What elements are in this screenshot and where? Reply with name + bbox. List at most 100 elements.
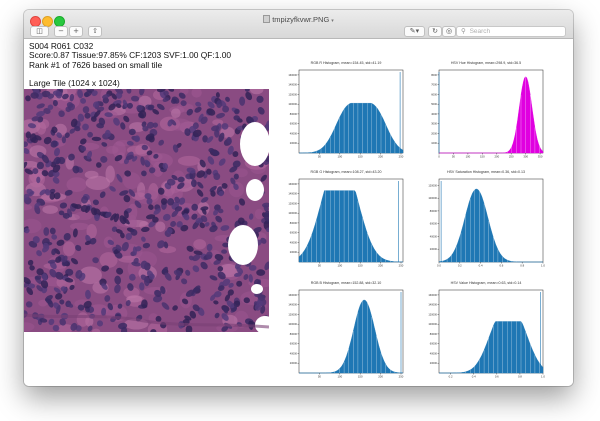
x-tick-label: 150 — [358, 375, 363, 379]
lumen-space — [240, 122, 269, 166]
y-tick-label: 80000 — [430, 332, 438, 336]
y-tick-label: 1000 — [431, 141, 437, 145]
x-tick-label: 50 — [452, 155, 456, 159]
stroma-patch — [171, 108, 181, 118]
y-tick-label: 160000 — [428, 293, 437, 297]
y-tick-label: 60000 — [430, 342, 438, 346]
y-tick-label: 3000 — [431, 122, 437, 126]
x-tick-label: 100 — [466, 155, 471, 159]
histogram-title: HSV Hue Histogram, mean=298.9, std=36.5 — [450, 61, 522, 65]
lumen-space — [228, 225, 258, 265]
x-tick-label: 50 — [318, 264, 322, 268]
y-tick-label: 6000 — [431, 92, 437, 96]
x-tick-label: 0.4 — [479, 264, 483, 268]
y-tick-label: 5000 — [431, 102, 437, 106]
markup-button[interactable]: ✎▾ — [404, 26, 425, 37]
y-tick-label: 20000 — [290, 250, 298, 254]
x-tick-label: 250 — [399, 155, 404, 159]
search-placeholder: Search — [469, 28, 491, 35]
cell-nucleus — [190, 179, 197, 188]
search-field[interactable]: ⚲ Search — [456, 26, 566, 37]
x-tick-label: 300 — [523, 155, 528, 159]
search-icon: ⚲ — [461, 28, 466, 35]
histogram-title: RGB B Histogram, mean=152.88, std=32.10 — [310, 281, 382, 285]
histogram-chart: RGB R Histogram, mean=154.45, std=41.19 2… — [286, 61, 406, 163]
zoom-out-icon: − — [58, 27, 64, 35]
x-tick-label: 0.6 — [499, 264, 503, 268]
window-title-wrap: tmpizyfkvwr.PNG ▾ — [24, 15, 573, 24]
title-chevron-icon[interactable]: ▾ — [331, 18, 334, 24]
share-button[interactable]: ⇧ — [88, 26, 102, 37]
x-tick-label: 250 — [399, 375, 404, 379]
title-bar: tmpizyfkvwr.PNG ▾ ◫ − + ⇧ ✎▾ ↻ ◎ ⚲ Search — [24, 10, 573, 39]
histogram-chart: HSV Value Histogram, mean=0.63, std=0.14… — [426, 281, 546, 383]
tile-size-label: Large Tile (1024 x 1024) — [29, 78, 120, 89]
y-tick-label: 60000 — [290, 122, 298, 126]
lumen-space — [246, 179, 264, 201]
zoom-in-button[interactable]: + — [69, 26, 83, 37]
share-icon: ⇧ — [92, 27, 98, 35]
cell-nucleus — [43, 227, 50, 236]
x-tick-label: 100 — [337, 155, 342, 159]
y-tick-label: 80000 — [290, 112, 298, 116]
histogram-chart: HSV Hue Histogram, mean=298.9, std=36.5 1… — [426, 61, 546, 163]
x-tick-label: 0.2 — [458, 264, 462, 268]
histogram-chart: RGB B Histogram, mean=152.88, std=32.10 2… — [286, 281, 406, 383]
lumen-space — [251, 284, 263, 294]
x-tick-label: 1.0 — [541, 264, 545, 268]
y-tick-label: 140000 — [288, 83, 297, 87]
y-tick-label: 40000 — [290, 352, 298, 356]
y-tick-label: 7000 — [431, 83, 437, 87]
x-tick-label: 200 — [494, 155, 499, 159]
x-tick-label: 150 — [480, 155, 485, 159]
sidebar-icon: ◫ — [36, 27, 43, 35]
x-tick-label: 0 — [438, 155, 440, 159]
stroma-patch — [42, 205, 58, 214]
rotate-button[interactable]: ↻ — [428, 26, 442, 37]
x-tick-label: 150 — [358, 155, 363, 159]
x-tick-label: 200 — [378, 155, 383, 159]
x-tick-label: 350 — [538, 155, 543, 159]
sidebar-toggle-button[interactable]: ◫ — [30, 26, 49, 37]
x-tick-label: 1.0 — [541, 375, 545, 379]
y-tick-label: 160000 — [288, 182, 297, 186]
y-tick-label: 120000 — [288, 201, 297, 205]
x-tick-label: 150 — [358, 264, 363, 268]
y-tick-label: 100000 — [288, 211, 297, 215]
zoom-out-button[interactable]: − — [54, 26, 68, 37]
stroma-patch — [106, 145, 119, 154]
x-tick-label: 200 — [378, 264, 383, 268]
stroma-patch — [193, 239, 207, 250]
histogram-chart: RGB G Histogram, mean=108.27, std=43.20 2… — [286, 170, 406, 272]
document-icon — [263, 15, 271, 23]
stroma-patch — [155, 221, 166, 233]
x-tick-label: 0.4 — [472, 375, 476, 379]
stroma-patch — [36, 121, 47, 135]
y-tick-label: 120000 — [288, 312, 297, 316]
y-tick-label: 20000 — [430, 361, 438, 365]
y-tick-label: 120000 — [288, 92, 297, 96]
histogram-title: HSV Value Histogram, mean=0.63, std=0.14 — [450, 281, 522, 285]
stroma-patch — [85, 175, 111, 190]
x-tick-label: 250 — [399, 264, 404, 268]
image-canvas[interactable]: S004 R061 C032 Score:0.87 Tissue:97.85% C… — [24, 39, 573, 386]
histogram-title: RGB R Histogram, mean=154.45, std=41.19 — [310, 61, 382, 65]
annotate-button[interactable]: ◎ — [442, 26, 456, 37]
y-tick-label: 2000 — [431, 132, 437, 136]
y-tick-label: 80000 — [290, 221, 298, 225]
cell-nucleus — [236, 280, 243, 287]
stroma-patch — [63, 241, 76, 257]
stroma-patch — [70, 222, 89, 231]
x-tick-label: 0.0 — [437, 264, 441, 268]
x-tick-label: 50 — [318, 375, 322, 379]
x-tick-label: 0.8 — [520, 264, 524, 268]
y-tick-label: 20000 — [430, 247, 438, 251]
tile-info: S004 R061 C032 Score:0.87 Tissue:97.85% C… — [29, 41, 231, 89]
window-title: tmpizyfkvwr.PNG — [272, 15, 330, 24]
histogram-title: RGB G Histogram, mean=108.27, std=43.20 — [310, 170, 382, 174]
preview-window: tmpizyfkvwr.PNG ▾ ◫ − + ⇧ ✎▾ ↻ ◎ ⚲ Search… — [24, 10, 573, 386]
annotate-icon: ◎ — [445, 27, 453, 35]
y-tick-label: 140000 — [288, 192, 297, 196]
y-tick-label: 60000 — [290, 231, 298, 235]
x-tick-label: 0.8 — [518, 375, 522, 379]
